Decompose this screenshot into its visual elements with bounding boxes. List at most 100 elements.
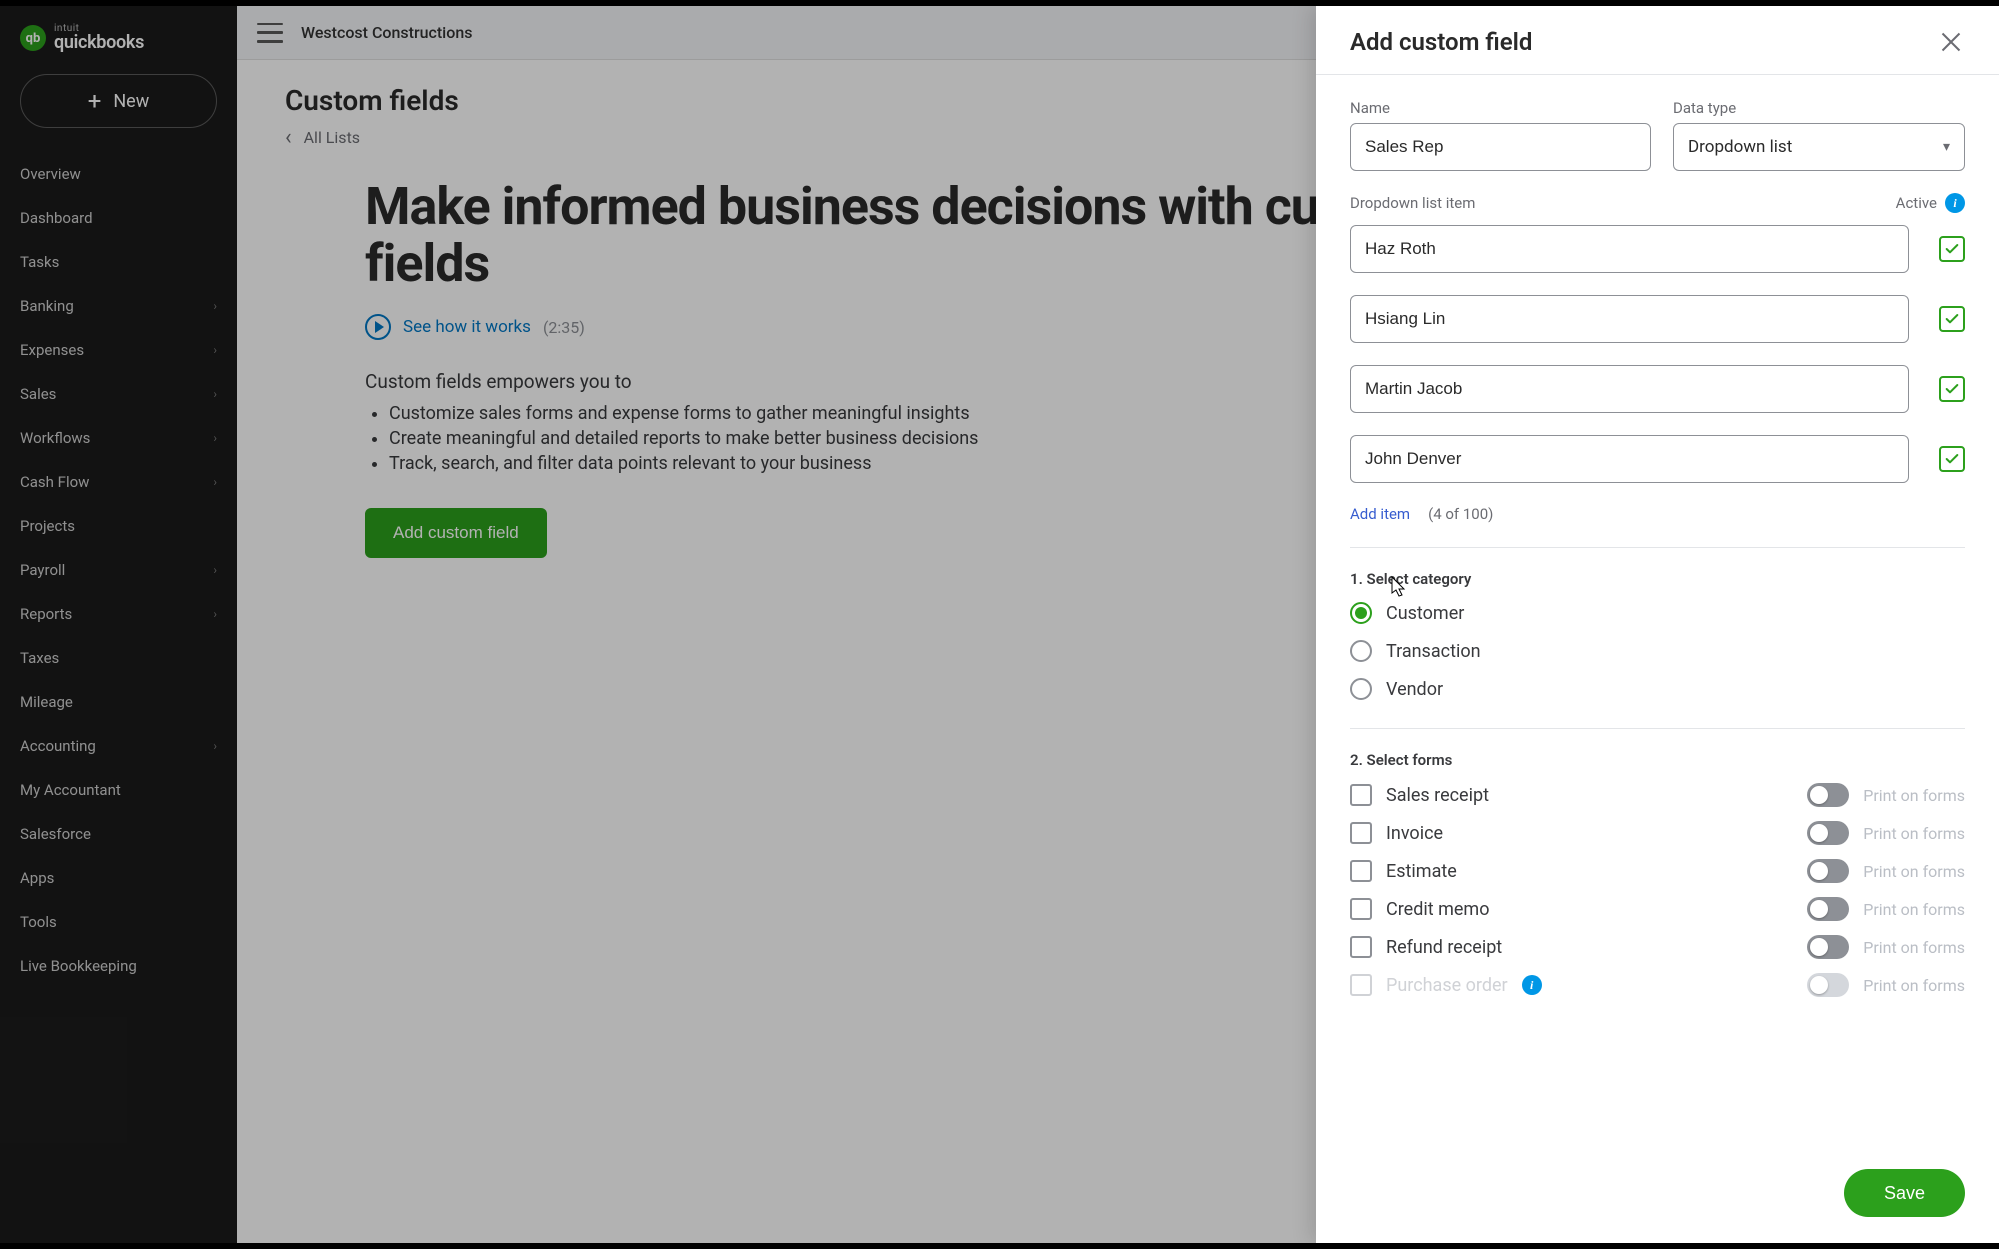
sidebar-item-taxes[interactable]: Taxes <box>0 636 237 680</box>
add-custom-field-panel: Add custom field Name Data type Dropdown… <box>1316 6 1999 1243</box>
sidebar-item-mileage[interactable]: Mileage <box>0 680 237 724</box>
name-label: Name <box>1350 99 1651 117</box>
save-button[interactable]: Save <box>1844 1169 1965 1217</box>
form-checkbox[interactable] <box>1350 784 1372 806</box>
active-checkbox[interactable] <box>1939 306 1965 332</box>
sidebar-item-tasks[interactable]: Tasks <box>0 240 237 284</box>
dropdown-item-input[interactable] <box>1350 365 1909 413</box>
back-link: All Lists <box>304 128 360 147</box>
category-radio-group: Customer Transaction Vendor <box>1350 602 1965 700</box>
new-button[interactable]: + New <box>20 74 217 128</box>
sidebar-item-salesforce[interactable]: Salesforce <box>0 812 237 856</box>
dropdown-item-row <box>1350 435 1965 483</box>
form-label: Estimate <box>1386 861 1457 882</box>
print-toggle[interactable] <box>1807 935 1849 959</box>
sidebar-item-payroll[interactable]: Payroll › <box>0 548 237 592</box>
print-toggle <box>1807 973 1849 997</box>
sidebar-item-banking[interactable]: Banking› <box>0 284 237 328</box>
sidebar-item-label: Payroll <box>20 561 65 579</box>
print-toggle[interactable] <box>1807 859 1849 883</box>
dropdown-item-input[interactable] <box>1350 435 1909 483</box>
sidebar-item-label: Expenses <box>20 341 84 359</box>
sidebar-item-label: Reports <box>20 605 72 623</box>
hero: Make informed business decisions with cu… <box>365 178 1445 558</box>
duration: (2:35) <box>543 318 585 337</box>
panel-title: Add custom field <box>1350 28 1532 56</box>
print-toggle[interactable] <box>1807 897 1849 921</box>
sidebar-item-live-bookkeeping[interactable]: Live Bookkeeping <box>0 944 237 988</box>
brand-icon: qb <box>20 25 46 51</box>
hamburger-icon[interactable] <box>257 23 283 43</box>
brand: qb intuit quickbooks <box>0 20 237 74</box>
form-row-credit-memo: Credit memoPrint on forms <box>1350 897 1965 921</box>
panel-body: Name Data type Dropdown list ▾ Dropdown … <box>1316 75 1999 1150</box>
form-checkbox <box>1350 974 1372 996</box>
add-item-link[interactable]: Add item <box>1350 505 1410 523</box>
sidebar-item-tools[interactable]: Tools <box>0 900 237 944</box>
plus-icon: + <box>88 89 102 113</box>
forms-section-title: 2. Select forms <box>1350 751 1965 769</box>
sidebar-item-apps[interactable]: Apps <box>0 856 237 900</box>
dropdown-item-input[interactable] <box>1350 225 1909 273</box>
see-how-it-works[interactable]: See how it works (2:35) <box>365 314 1445 340</box>
active-checkbox[interactable] <box>1939 376 1965 402</box>
dropdown-item-row <box>1350 365 1965 413</box>
form-checkbox[interactable] <box>1350 822 1372 844</box>
dropdown-item-input[interactable] <box>1350 295 1909 343</box>
divider <box>1350 728 1965 729</box>
bullet-item: Track, search, and filter data points re… <box>389 451 1445 476</box>
hero-title: Make informed business decisions with cu… <box>365 178 1445 292</box>
sidebar-item-projects[interactable]: Projects <box>0 504 237 548</box>
forms-list: Sales receipt Print on forms InvoicePrint … <box>1350 783 1965 997</box>
radio-icon <box>1350 678 1372 700</box>
sidebar-item-label: Taxes <box>20 649 59 667</box>
chevron-down-icon: ▾ <box>1943 139 1950 155</box>
sidebar-item-my-accountant[interactable]: My Accountant <box>0 768 237 812</box>
form-checkbox[interactable] <box>1350 898 1372 920</box>
intro-text: Custom fields empowers you to <box>365 370 1445 393</box>
data-type-value: Dropdown list <box>1688 137 1792 157</box>
form-label: Refund receipt <box>1386 937 1502 958</box>
category-section-title: 1. Select category <box>1350 570 1965 588</box>
form-label: Sales receipt <box>1386 785 1489 806</box>
form-row-invoice: InvoicePrint on forms <box>1350 821 1965 845</box>
sidebar-item-label: Apps <box>20 869 54 887</box>
print-toggle[interactable] <box>1807 821 1849 845</box>
print-on-forms-label: Print on forms <box>1863 900 1965 919</box>
active-checkbox[interactable] <box>1939 446 1965 472</box>
category-radio-vendor[interactable]: Vendor <box>1350 678 1965 700</box>
active-checkbox[interactable] <box>1939 236 1965 262</box>
sidebar-item-cash-flow[interactable]: Cash Flow› <box>0 460 237 504</box>
category-radio-transaction[interactable]: Transaction <box>1350 640 1965 662</box>
form-checkbox[interactable] <box>1350 936 1372 958</box>
sidebar-item-label: Banking <box>20 297 74 315</box>
form-checkbox[interactable] <box>1350 860 1372 882</box>
chevron-right-icon: › <box>213 563 217 577</box>
form-label: Invoice <box>1386 823 1443 844</box>
radio-label: Transaction <box>1386 641 1481 662</box>
sidebar-item-sales[interactable]: Sales› <box>0 372 237 416</box>
print-toggle[interactable] <box>1807 783 1849 807</box>
info-icon[interactable]: i <box>1945 193 1965 213</box>
name-input[interactable] <box>1350 123 1651 171</box>
data-type-label: Data type <box>1673 99 1965 117</box>
category-radio-customer[interactable]: Customer <box>1350 602 1965 624</box>
data-type-select[interactable]: Dropdown list ▾ <box>1673 123 1965 171</box>
sidebar-item-label: Accounting <box>20 737 96 755</box>
sidebar-item-dashboard[interactable]: Dashboard <box>0 196 237 240</box>
form-row-estimate: EstimatePrint on forms <box>1350 859 1965 883</box>
sidebar-item-label: Tools <box>20 913 57 931</box>
sidebar-item-accounting[interactable]: Accounting› <box>0 724 237 768</box>
add-custom-field-button[interactable]: Add custom field <box>365 508 547 558</box>
bullet-list: Customize sales forms and expense forms … <box>365 401 1445 476</box>
sidebar-item-label: Tasks <box>20 253 59 271</box>
dropdown-item-row <box>1350 295 1965 343</box>
info-icon[interactable]: i <box>1522 975 1542 995</box>
sidebar-item-label: Workflows <box>20 429 90 447</box>
sidebar-item-workflows[interactable]: Workflows› <box>0 416 237 460</box>
sidebar-item-overview[interactable]: Overview <box>0 152 237 196</box>
sidebar-item-expenses[interactable]: Expenses› <box>0 328 237 372</box>
close-icon[interactable] <box>1937 28 1965 56</box>
company-name: Westcost Constructions <box>301 23 472 42</box>
sidebar-item-reports[interactable]: Reports› <box>0 592 237 636</box>
